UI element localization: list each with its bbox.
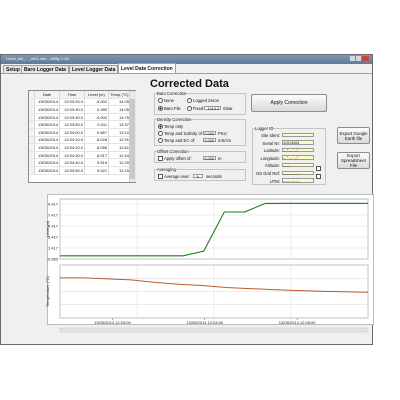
y-tick-label: 1.417 <box>48 245 59 250</box>
y-tick-label: -0.583 <box>47 256 59 261</box>
x-tick-label: 13/05/2014 12:04:00 <box>186 320 223 325</box>
charts-svg[interactable]: 9.4177.4175.4173.4171.417-0.583Level (m)… <box>0 0 400 400</box>
y-tick-label: 9.417 <box>48 201 59 206</box>
chart-scrollbar <box>59 327 369 333</box>
x-tick-label: 13/05/2014 12:03:00 <box>94 320 131 325</box>
y-tick-label: 7.417 <box>48 212 59 217</box>
x-tick-label: 13/05/2014 12:05:00 <box>279 320 316 325</box>
level-axis-label: Level (m) <box>45 220 50 237</box>
temperature-axis-label: Temperature (°C) <box>45 275 50 306</box>
